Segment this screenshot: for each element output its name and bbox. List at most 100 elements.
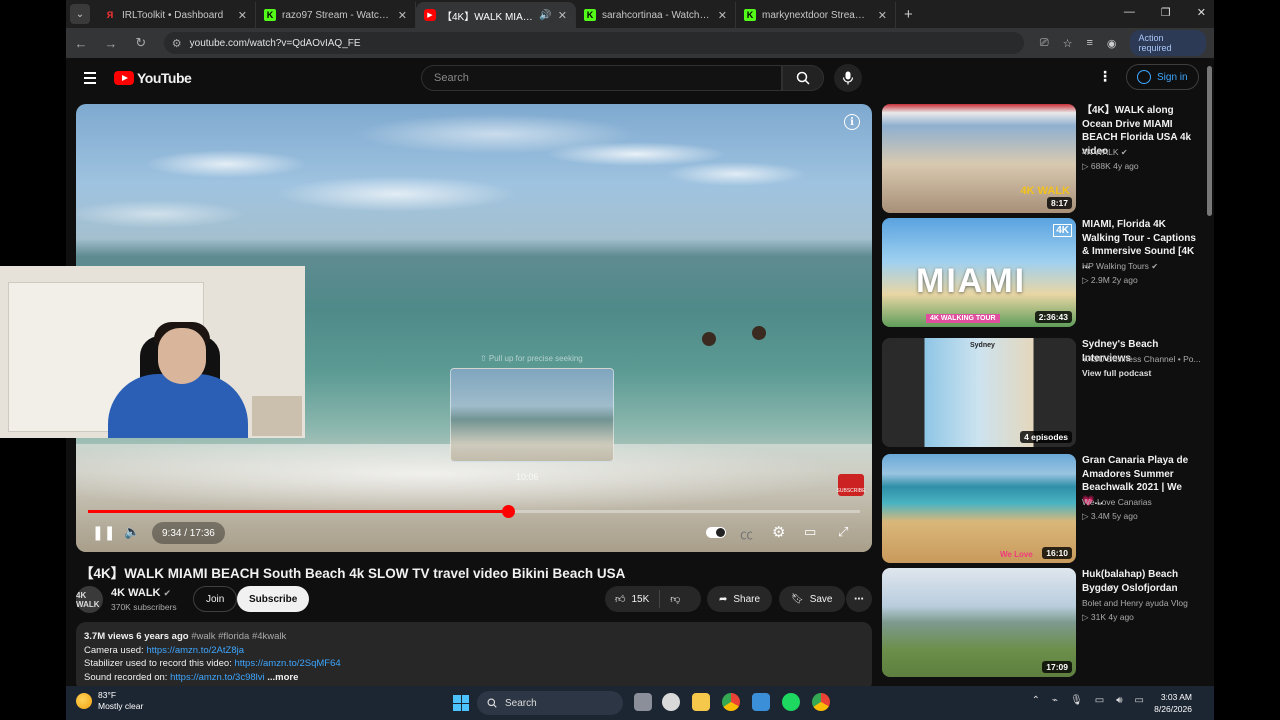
hashtags[interactable]: #walk #florida #4kwalk bbox=[191, 631, 286, 642]
channel-avatar[interactable]: 4K WALK bbox=[76, 586, 103, 613]
video-thumbnail[interactable]: We Love 16:10 bbox=[882, 454, 1076, 563]
channel-name[interactable]: 4K WALK ✔ bbox=[111, 587, 171, 599]
speaker-icon[interactable]: 🔊 bbox=[539, 10, 551, 21]
description-label: Sound recorded on: bbox=[84, 671, 171, 683]
theater-mode-icon[interactable]: ▭ bbox=[804, 524, 816, 540]
video-thumbnail[interactable]: MIAMI 4K WALKING TOUR 4K 2:36:43 bbox=[882, 218, 1076, 327]
tab-razo97[interactable]: K razo97 Stream - Watch Live on ✕ bbox=[256, 2, 416, 28]
voice-search-button[interactable] bbox=[834, 64, 862, 92]
github-icon[interactable] bbox=[662, 693, 680, 711]
description-link[interactable]: https://amzn.to/3c98lvi bbox=[170, 672, 265, 683]
save-button[interactable]: 🔖︎ Save bbox=[779, 586, 845, 612]
menu-icon[interactable] bbox=[84, 72, 96, 84]
display-icon[interactable]: ▭ bbox=[1095, 695, 1104, 706]
pause-icon[interactable]: ❚❚ bbox=[92, 524, 115, 541]
info-icon[interactable]: i bbox=[844, 114, 860, 130]
description-box[interactable]: 3.7M views 6 years ago #walk #florida #4… bbox=[76, 622, 872, 686]
seek-preview-thumbnail bbox=[450, 368, 614, 462]
subscribe-button[interactable]: Subscribe bbox=[237, 586, 310, 612]
recommended-video[interactable]: MIAMI 4K WALKING TOUR 4K 2:36:43 MIAMI, … bbox=[882, 218, 1202, 328]
close-icon[interactable]: ✕ bbox=[558, 9, 567, 22]
reload-icon[interactable]: ↻ bbox=[134, 35, 148, 51]
settings-menu-icon[interactable]: ⋮ bbox=[1098, 68, 1112, 85]
volume-icon[interactable]: 🔈 bbox=[124, 524, 140, 540]
progress-bar[interactable] bbox=[88, 505, 860, 518]
page-scrollbar[interactable] bbox=[1207, 66, 1212, 216]
fullscreen-icon[interactable]: ⤢ bbox=[838, 524, 848, 540]
settings-gear-icon[interactable]: ⚙ bbox=[772, 523, 785, 541]
tab-search-icon[interactable]: ⌄ bbox=[70, 4, 90, 24]
video-thumbnail[interactable]: 17:09 bbox=[882, 568, 1076, 677]
clock[interactable]: 3:03 AM 8/26/2026 bbox=[1154, 691, 1192, 715]
mic-icon[interactable]: 🎙︎ bbox=[1070, 695, 1083, 706]
recommended-channel[interactable]: HP Walking Tours ✔ bbox=[1082, 261, 1158, 271]
channel-row: 4K WALK 4K WALK ✔ 370K subscribers Join S… bbox=[76, 586, 872, 614]
description-line: Stabilizer used to record this video: ht… bbox=[84, 657, 864, 671]
forward-icon[interactable]: → bbox=[104, 36, 118, 51]
podcast-thumbnail[interactable]: Sydney 4 episodes bbox=[882, 338, 1076, 447]
autoplay-toggle[interactable] bbox=[706, 527, 726, 538]
network-icon[interactable]: ⌁ bbox=[1052, 695, 1058, 706]
recommended-video[interactable]: 17:09 Huk(balahap) Beach Bygdøy Oslofjor… bbox=[882, 568, 1202, 678]
tab-irltoolkit[interactable]: Я IRLToolkit • Dashboard ✕ bbox=[96, 2, 256, 28]
reading-list-icon[interactable]: ≡ bbox=[1086, 37, 1092, 49]
close-window-icon[interactable]: ✕ bbox=[1197, 6, 1206, 19]
photos-icon[interactable] bbox=[752, 693, 770, 711]
close-icon[interactable]: ✕ bbox=[398, 9, 407, 22]
close-icon[interactable]: ✕ bbox=[238, 9, 247, 22]
restore-icon[interactable]: ❐ bbox=[1161, 6, 1171, 19]
url-field[interactable]: ⚙ youtube.com/watch?v=QdAOvIAQ_FE bbox=[163, 32, 1024, 54]
weather-widget[interactable]: 83°F Mostly clear bbox=[76, 690, 143, 712]
close-icon[interactable]: ✕ bbox=[878, 9, 887, 22]
recommended-video[interactable]: We Love 16:10 Gran Canaria Playa de Amad… bbox=[882, 454, 1202, 564]
chevron-up-icon[interactable]: ⌃ bbox=[1032, 695, 1040, 706]
view-full-podcast-link[interactable]: View full podcast bbox=[1082, 368, 1151, 378]
youtube-logo[interactable]: YouTube bbox=[114, 70, 192, 86]
subscribe-watermark[interactable]: SUBSCRIBE bbox=[837, 474, 865, 496]
progress-scrubber[interactable] bbox=[501, 505, 515, 518]
recommended-channel[interactable]: YASU Business Channel • Po... bbox=[1082, 354, 1201, 364]
episodes-badge: 4 episodes bbox=[1020, 431, 1072, 443]
battery-icon[interactable]: ▭ bbox=[1135, 695, 1144, 706]
description-stats: 3.7M views 6 years ago #walk #florida #4… bbox=[84, 630, 864, 644]
video-thumbnail[interactable]: 4K WALK 8:17 bbox=[882, 104, 1076, 213]
site-info-icon[interactable]: ⚙ bbox=[172, 37, 182, 50]
description-link[interactable]: https://amzn.to/2AtZ8ja bbox=[146, 645, 244, 656]
description-link[interactable]: https://amzn.to/2SqMF64 bbox=[235, 658, 341, 669]
show-more-button[interactable]: ...more bbox=[267, 672, 298, 683]
back-icon[interactable]: ← bbox=[74, 36, 88, 51]
spotify-icon[interactable] bbox=[782, 693, 800, 711]
join-button[interactable]: Join bbox=[193, 586, 238, 612]
profile-icon[interactable]: ◉ bbox=[1107, 37, 1117, 50]
recommended-channel[interactable]: Bolet and Henry ayuda Vlog bbox=[1082, 598, 1188, 608]
share-button[interactable]: ➦ Share bbox=[707, 586, 773, 612]
search-button[interactable] bbox=[782, 65, 824, 91]
file-explorer-icon[interactable] bbox=[692, 693, 710, 711]
dislike-button[interactable]: 👎︎ bbox=[660, 593, 690, 605]
chrome-active-icon[interactable] bbox=[812, 693, 830, 711]
more-actions-button[interactable]: ⋯ bbox=[846, 586, 872, 612]
new-tab-button[interactable]: + bbox=[904, 6, 913, 23]
search-input[interactable]: Search bbox=[421, 65, 782, 91]
recommended-podcast[interactable]: Sydney 4 episodes Sydney's Beach Intervi… bbox=[882, 338, 1202, 448]
start-icon[interactable] bbox=[453, 695, 469, 711]
taskbar-search[interactable]: Search bbox=[477, 691, 623, 715]
like-button[interactable]: 👍︎ 15K bbox=[605, 590, 661, 608]
tab-sarahcortinaa[interactable]: K sarahcortinaa - Watch clips on ✕ bbox=[576, 2, 736, 28]
task-view-icon[interactable] bbox=[634, 693, 652, 711]
close-icon[interactable]: ✕ bbox=[718, 9, 727, 22]
recommended-channel[interactable]: We Love Canarias bbox=[1082, 497, 1152, 507]
sign-in-button[interactable]: Sign in bbox=[1126, 64, 1199, 90]
tab-markynextdoor[interactable]: K markynextdoor Stream - Watch ✕ bbox=[736, 2, 896, 28]
bookmark-star-icon[interactable]: ☆ bbox=[1063, 37, 1073, 50]
chrome-icon[interactable] bbox=[722, 693, 740, 711]
volume-icon[interactable]: 🔊︎ bbox=[1116, 695, 1122, 706]
recommended-video[interactable]: 4K WALK 8:17 【4K】WALK along Ocean Drive … bbox=[882, 104, 1202, 214]
cast-icon[interactable]: ⎚ bbox=[1040, 37, 1049, 50]
tab-youtube-active[interactable]: ▶ 【4K】WALK MIAMI BEACH S 🔊 ✕ bbox=[416, 2, 576, 28]
subtitles-icon[interactable]: ㏄ bbox=[740, 524, 753, 543]
recommended-title[interactable]: Huk(balahap) Beach Bygdøy Oslofjordan bbox=[1082, 568, 1200, 595]
minimize-icon[interactable]: — bbox=[1124, 6, 1135, 19]
recommended-channel[interactable]: 4K WALK ✔ bbox=[1082, 147, 1128, 157]
action-required-button[interactable]: Action required bbox=[1130, 30, 1207, 56]
